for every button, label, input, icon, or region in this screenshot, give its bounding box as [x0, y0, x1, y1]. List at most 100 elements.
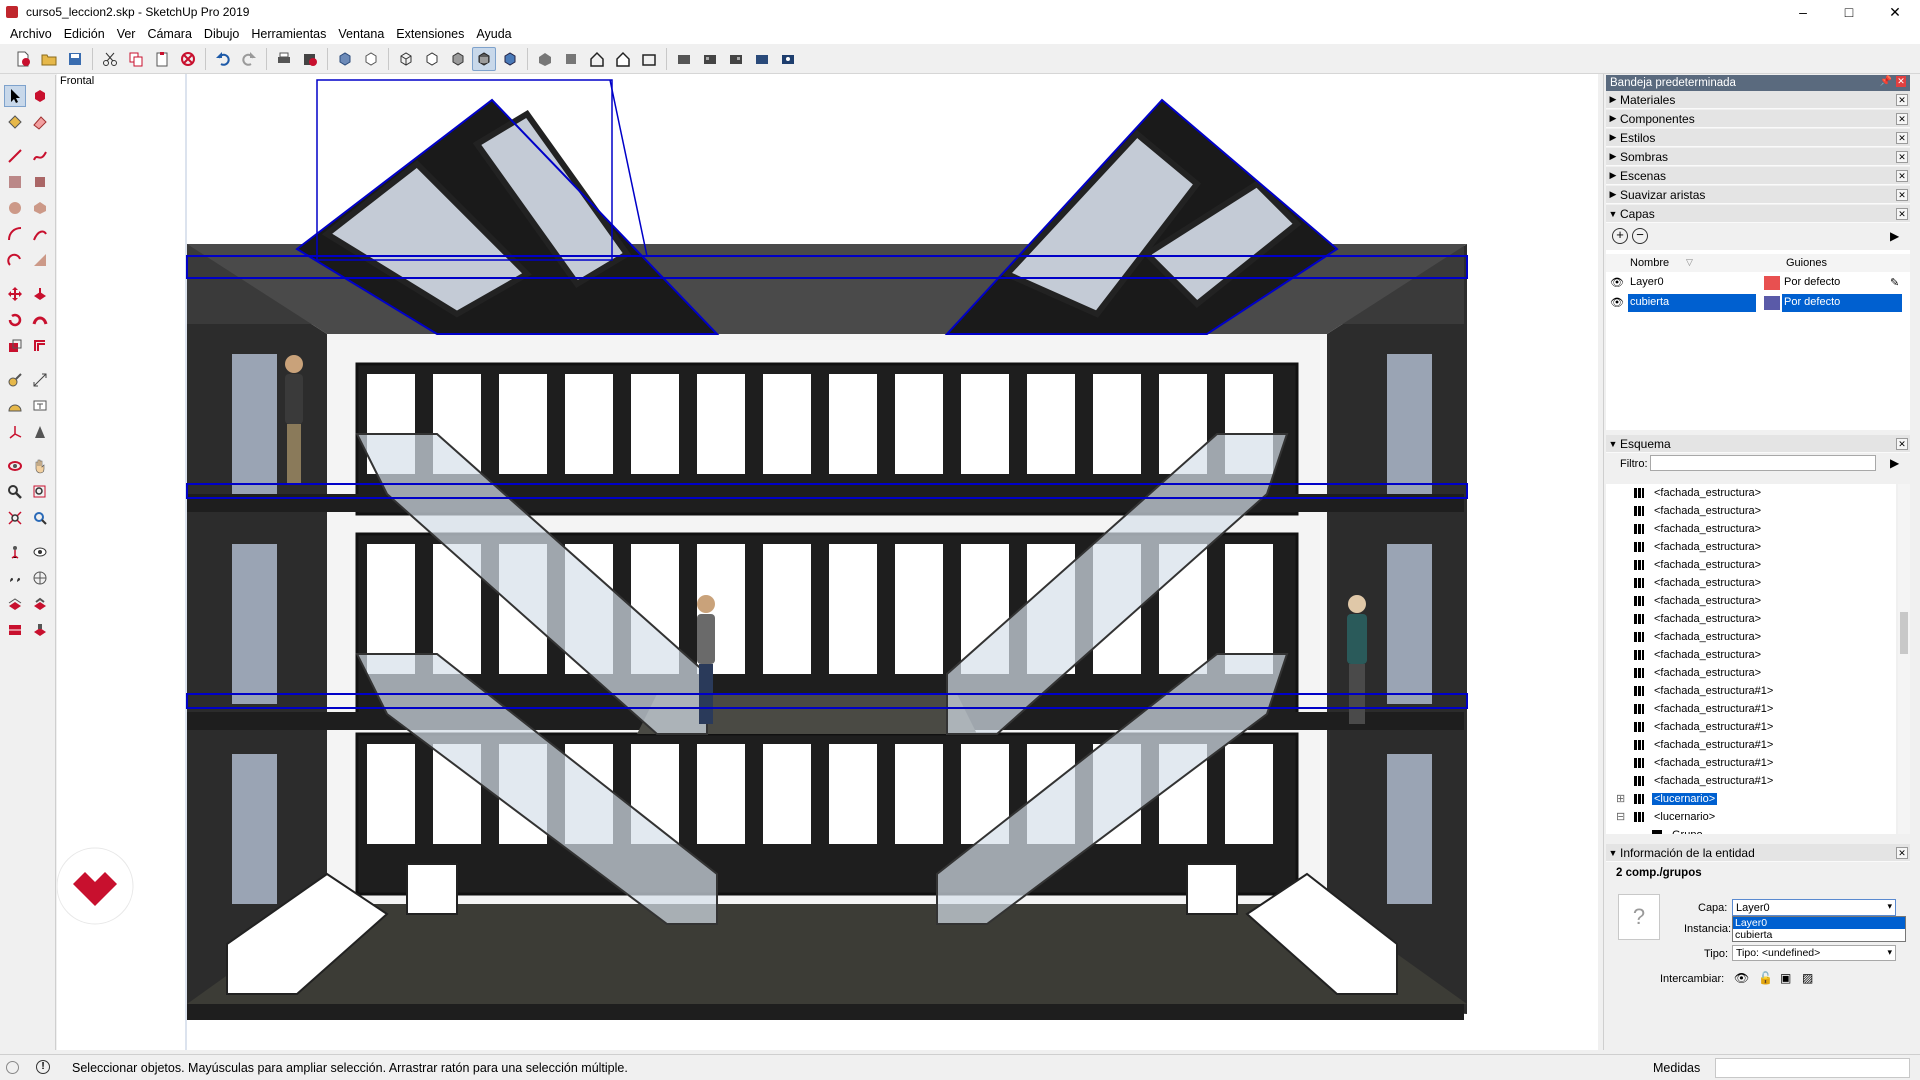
- visibility-eye-icon[interactable]: 👁: [1610, 296, 1624, 309]
- lock-toggle-icon[interactable]: 🔓: [1758, 971, 1773, 985]
- outliner-item[interactable]: <fachada_estructura#1>: [1606, 772, 1896, 790]
- warehouse-icon[interactable]: [698, 47, 722, 71]
- cut-icon[interactable]: [98, 47, 122, 71]
- shaded-icon[interactable]: [446, 47, 470, 71]
- sort-icon[interactable]: ▽: [1686, 257, 1693, 268]
- scroll-thumb[interactable]: [1900, 612, 1908, 654]
- text-tool-icon[interactable]: [29, 395, 51, 417]
- layer-dash[interactable]: Por defecto: [1782, 294, 1902, 312]
- pan-tool-icon[interactable]: [29, 455, 51, 477]
- menu-ventana[interactable]: Ventana: [332, 27, 390, 41]
- shaded-textures-icon[interactable]: [472, 46, 496, 71]
- orbit-tool-icon[interactable]: [4, 455, 26, 477]
- offset-tool-icon[interactable]: [29, 335, 51, 357]
- menu-herramientas[interactable]: Herramientas: [245, 27, 332, 41]
- print-icon[interactable]: [272, 47, 296, 71]
- panel-sombras[interactable]: ▶ Sombras ✕: [1606, 148, 1910, 166]
- select-tool-icon[interactable]: [4, 85, 26, 107]
- layer-color-swatch[interactable]: [1764, 276, 1780, 290]
- add-layer-icon[interactable]: +: [1612, 228, 1628, 244]
- position-camera-icon[interactable]: [4, 541, 26, 563]
- outliner-item[interactable]: <fachada_estructura#1>: [1606, 700, 1896, 718]
- component-icon[interactable]: [672, 47, 696, 71]
- panel-suavizar-aristas[interactable]: ▶ Suavizar aristas ✕: [1606, 186, 1910, 204]
- undo-icon[interactable]: [211, 47, 235, 71]
- cast-shadows-icon[interactable]: ▨: [1802, 971, 1813, 985]
- outliner-item[interactable]: <fachada_estructura>: [1606, 538, 1896, 556]
- section-plane-icon[interactable]: [29, 567, 51, 589]
- save-icon[interactable]: [63, 47, 87, 71]
- zoom-tool-icon[interactable]: [4, 481, 26, 503]
- outliner-item[interactable]: ⊟ <lucernario>: [1606, 808, 1896, 826]
- rotate-tool-icon[interactable]: [4, 309, 26, 331]
- panel-close-icon[interactable]: ✕: [1896, 94, 1908, 106]
- panel-esquema[interactable]: ▼ Esquema ✕: [1606, 435, 1910, 453]
- layer-color-swatch[interactable]: [1764, 296, 1780, 310]
- menu-extensiones[interactable]: Extensiones: [390, 27, 470, 41]
- share-model-icon[interactable]: [750, 47, 774, 71]
- tape-measure-icon[interactable]: [4, 369, 26, 391]
- back-edges-icon[interactable]: [359, 47, 383, 71]
- outliner-item[interactable]: <fachada_estructura#1>: [1606, 736, 1896, 754]
- top-view-icon[interactable]: [559, 47, 583, 71]
- panel-componentes[interactable]: ▶ Componentes ✕: [1606, 110, 1910, 128]
- layout-icon[interactable]: [776, 47, 800, 71]
- redo-icon[interactable]: [237, 47, 261, 71]
- visibility-eye-icon[interactable]: 👁: [1610, 276, 1624, 289]
- monochrome-icon[interactable]: [498, 47, 522, 71]
- panel-entity-info[interactable]: ▼ Información de la entidad ✕: [1606, 844, 1910, 862]
- extension-warehouse-icon[interactable]: [724, 47, 748, 71]
- menu-dibujo[interactable]: Dibujo: [198, 27, 245, 41]
- outliner-item[interactable]: <fachada_estructura>: [1606, 610, 1896, 628]
- outliner-item[interactable]: <fachada_estructura#1>: [1606, 718, 1896, 736]
- drape-icon[interactable]: [4, 619, 26, 641]
- dropdown-option-layer0[interactable]: Layer0: [1733, 917, 1905, 929]
- receive-shadows-icon[interactable]: ▣: [1780, 971, 1791, 985]
- outliner-item[interactable]: <fachada_estructura>: [1606, 484, 1896, 502]
- menu-camara[interactable]: Cámara: [141, 27, 197, 41]
- info-icon[interactable]: !: [36, 1060, 50, 1074]
- panel-capas[interactable]: ▼ Capas ✕: [1606, 205, 1910, 223]
- visibility-toggle-icon[interactable]: 👁: [1734, 971, 1749, 985]
- outliner-item[interactable]: <fachada_estructura#1>: [1606, 754, 1896, 772]
- move-tool-icon[interactable]: [4, 283, 26, 305]
- rectangle-tool-icon[interactable]: [4, 171, 26, 193]
- type-select[interactable]: Tipo: <undefined> ▾: [1732, 945, 1896, 961]
- paint-bucket-icon[interactable]: [4, 111, 26, 133]
- two-point-arc-icon[interactable]: [29, 223, 51, 245]
- outliner-details-icon[interactable]: ▶: [1890, 456, 1899, 470]
- follow-me-icon[interactable]: [29, 309, 51, 331]
- collapse-node-icon[interactable]: ⊟: [1616, 810, 1625, 823]
- look-around-icon[interactable]: [29, 541, 51, 563]
- outliner-scrollbar[interactable]: [1898, 484, 1910, 834]
- menu-ayuda[interactable]: Ayuda: [470, 27, 517, 41]
- panel-close-icon[interactable]: ✕: [1896, 170, 1908, 182]
- delete-layer-icon[interactable]: −: [1632, 228, 1648, 244]
- outliner-item[interactable]: ⊞ <lucernario>: [1606, 790, 1896, 808]
- xray-icon[interactable]: [333, 47, 357, 71]
- panel-close-icon[interactable]: ✕: [1896, 151, 1908, 163]
- panel-close-icon[interactable]: ✕: [1896, 113, 1908, 125]
- rotated-rectangle-icon[interactable]: [29, 171, 51, 193]
- wireframe-icon[interactable]: [394, 47, 418, 71]
- copy-icon[interactable]: [124, 47, 148, 71]
- outliner-item[interactable]: <fachada_estructura>: [1606, 520, 1896, 538]
- maximize-button[interactable]: □: [1826, 0, 1872, 24]
- panel-estilos[interactable]: ▶ Estilos ✕: [1606, 129, 1910, 147]
- col-name[interactable]: Nombre: [1630, 257, 1669, 269]
- back-view-icon[interactable]: [637, 47, 661, 71]
- panel-close-icon[interactable]: ✕: [1896, 438, 1908, 450]
- outliner-item[interactable]: <fachada_estructura>: [1606, 664, 1896, 682]
- tray-close-icon[interactable]: ✕: [1896, 76, 1906, 87]
- tray-pin-icon[interactable]: 📌: [1880, 76, 1892, 87]
- outliner-item[interactable]: <fachada_estructura>: [1606, 628, 1896, 646]
- three-point-arc-icon[interactable]: [4, 249, 26, 271]
- front-view-icon[interactable]: [585, 47, 609, 71]
- minimize-button[interactable]: –: [1780, 0, 1826, 24]
- iso-view-icon[interactable]: [533, 47, 557, 71]
- sandbox-icon[interactable]: [4, 593, 26, 615]
- layer-row-layer0[interactable]: 👁 Layer0 Por defecto ✎: [1606, 274, 1910, 292]
- outliner-item[interactable]: <fachada_estructura>: [1606, 646, 1896, 664]
- panel-close-icon[interactable]: ✕: [1896, 189, 1908, 201]
- right-view-icon[interactable]: [611, 47, 635, 71]
